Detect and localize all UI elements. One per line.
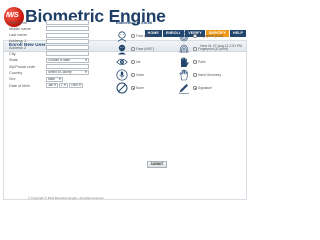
chevron-down-icon: ▼: [84, 57, 88, 62]
hand-geometry-icon: [178, 69, 190, 81]
bio-label-iris: Iris: [136, 60, 141, 64]
dob-year-value: 1990: [71, 82, 79, 87]
bio-label-face-nist: Face (NIST): [136, 47, 154, 51]
sex-label: Sex: [9, 77, 16, 82]
address2-input[interactable]: [46, 45, 89, 51]
bio-option-none[interactable]: None: [116, 82, 176, 96]
iris-icon: [116, 56, 128, 68]
chevron-down-icon: ▼: [63, 82, 67, 87]
none-icon: [116, 82, 128, 94]
bio-radio-voice[interactable]: [131, 73, 135, 77]
country-select-value: Select a Country: [48, 70, 72, 75]
last-name-label: Last name: [9, 33, 27, 38]
bio-radio-hand-geometry[interactable]: [193, 73, 197, 77]
bio-label-voice: Voice: [136, 73, 145, 77]
enroll-form: First name Middle name Last name Address…: [9, 20, 104, 89]
country-label: Country: [9, 70, 23, 75]
bio-option-fingerprint[interactable]: Fingerprint (10/4): [178, 30, 238, 44]
signature-icon: [178, 82, 190, 94]
address2-label: Address 2: [9, 45, 27, 50]
bio-radio-fingerprint[interactable]: [193, 34, 197, 38]
face-nist-icon: [116, 43, 128, 55]
bio-label-hand-geometry: Hand Geometry: [198, 73, 222, 77]
bio-radio-fingerprint-10[interactable]: [193, 47, 197, 51]
bio-option-fingerprint-10[interactable]: Fingerprint (10 print): [178, 43, 238, 57]
bio-radio-iris[interactable]: [131, 60, 135, 64]
sex-select-value: Male: [48, 76, 55, 81]
bio-option-iris[interactable]: Iris: [116, 56, 176, 70]
dob-year-select[interactable]: 1990 ▼: [69, 82, 83, 88]
footer-copyright: © Copyright © 2011 Biometric Engine. All…: [28, 196, 105, 200]
dob-label: Date of birth: [9, 83, 30, 88]
bio-radio-none[interactable]: [131, 86, 135, 90]
bio-option-palm[interactable]: Palm: [178, 56, 238, 70]
last-name-input[interactable]: [46, 32, 89, 38]
dob-day-value: 1: [61, 82, 63, 87]
bio-option-face-2d[interactable]: Face (2D): [116, 30, 176, 44]
bio-label-face-2d: Face (2D): [136, 34, 151, 38]
state-select-value: Choose a State: [48, 57, 70, 62]
logo-text: IWS: [6, 12, 19, 19]
voice-icon: [116, 69, 128, 81]
dob-month-value: Jan: [48, 82, 54, 87]
bio-option-signature[interactable]: Signature: [178, 82, 238, 96]
address1-input[interactable]: [46, 38, 89, 44]
bio-option-hand-geometry[interactable]: Hand Geometry: [178, 69, 238, 83]
state-label: State: [9, 58, 18, 63]
chevron-down-icon: ▼: [53, 82, 57, 87]
chevron-down-icon: ▼: [84, 70, 88, 75]
state-select[interactable]: Choose a State ▼: [46, 57, 89, 63]
fingerprint-10-icon: [178, 43, 190, 55]
dob-month-select[interactable]: Jan ▼: [46, 82, 58, 88]
city-input[interactable]: [46, 51, 89, 57]
zip-input[interactable]: [46, 64, 89, 70]
chevron-down-icon: ▼: [78, 82, 82, 87]
city-label: City: [9, 52, 16, 57]
first-name-label: First name: [9, 20, 27, 25]
first-name-input[interactable]: [46, 20, 89, 25]
bio-label-fingerprint-10: Fingerprint (10 print): [198, 47, 228, 51]
bio-label-none: None: [136, 86, 144, 90]
chevron-down-icon: ▼: [58, 76, 62, 81]
bio-label-signature: Signature: [198, 86, 213, 90]
submit-button[interactable]: SUBMIT: [147, 161, 167, 168]
bio-radio-palm[interactable]: [193, 60, 197, 64]
palm-icon: [178, 56, 190, 68]
bio-label-palm: Palm: [198, 60, 206, 64]
bio-option-voice[interactable]: Voice: [116, 69, 176, 83]
country-select[interactable]: Select a Country ▼: [46, 70, 89, 76]
zip-label: Zip/Postal code: [9, 64, 36, 69]
bio-option-face-nist[interactable]: Face (NIST): [116, 43, 176, 57]
fingerprint-icon: [178, 30, 190, 42]
face-2d-icon: [116, 30, 128, 42]
bio-radio-signature[interactable]: [193, 86, 197, 90]
middle-name-label: Middle name: [9, 26, 31, 31]
dob-day-select[interactable]: 1 ▼: [59, 82, 68, 88]
bio-label-fingerprint: Fingerprint (10/4): [198, 34, 224, 38]
sex-select[interactable]: Male ▼: [46, 76, 63, 82]
bio-radio-face-nist[interactable]: [131, 47, 135, 51]
middle-name-input[interactable]: [46, 26, 89, 32]
biometrics-title: Biometrics to Enroll: [116, 21, 153, 25]
address1-label: Address 1: [9, 39, 27, 44]
bio-radio-face-2d[interactable]: [131, 34, 135, 38]
